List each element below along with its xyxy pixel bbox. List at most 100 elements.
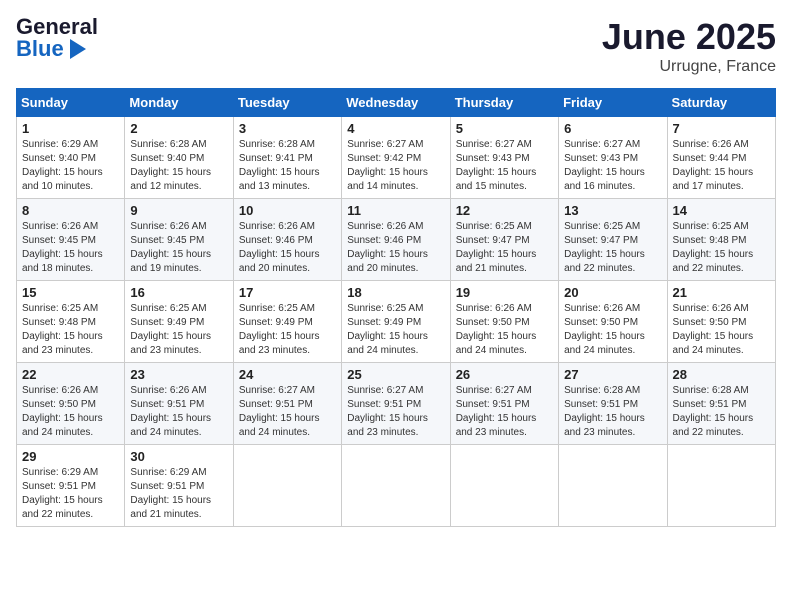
calendar-cell: 6 Sunrise: 6:27 AM Sunset: 9:43 PM Dayli… — [559, 117, 667, 199]
sunrise-text: Sunrise: 6:28 AM — [673, 385, 749, 396]
calendar-cell: 14 Sunrise: 6:25 AM Sunset: 9:48 PM Dayl… — [667, 199, 775, 281]
calendar-cell: 20 Sunrise: 6:26 AM Sunset: 9:50 PM Dayl… — [559, 281, 667, 363]
daylight-text: Daylight: 15 hours and 24 minutes. — [673, 331, 754, 356]
day-info: Sunrise: 6:27 AM Sunset: 9:43 PM Dayligh… — [456, 138, 553, 194]
daylight-text: Daylight: 15 hours and 14 minutes. — [347, 167, 428, 192]
daylight-text: Daylight: 15 hours and 24 minutes. — [22, 413, 103, 438]
day-info: Sunrise: 6:26 AM Sunset: 9:50 PM Dayligh… — [673, 302, 770, 358]
day-info: Sunrise: 6:29 AM Sunset: 9:51 PM Dayligh… — [22, 466, 119, 522]
sunrise-text: Sunrise: 6:27 AM — [456, 139, 532, 150]
sunrise-text: Sunrise: 6:26 AM — [22, 385, 98, 396]
sunrise-text: Sunrise: 6:27 AM — [456, 385, 532, 396]
daylight-text: Daylight: 15 hours and 20 minutes. — [347, 249, 428, 274]
sunrise-text: Sunrise: 6:28 AM — [130, 139, 206, 150]
weekday-header-tuesday: Tuesday — [233, 89, 341, 117]
sunset-text: Sunset: 9:40 PM — [22, 153, 96, 164]
calendar-cell: 5 Sunrise: 6:27 AM Sunset: 9:43 PM Dayli… — [450, 117, 558, 199]
weekday-header-saturday: Saturday — [667, 89, 775, 117]
daylight-text: Daylight: 15 hours and 24 minutes. — [564, 331, 645, 356]
calendar-cell: 24 Sunrise: 6:27 AM Sunset: 9:51 PM Dayl… — [233, 363, 341, 445]
calendar-cell: 13 Sunrise: 6:25 AM Sunset: 9:47 PM Dayl… — [559, 199, 667, 281]
day-number: 12 — [456, 203, 553, 218]
sunset-text: Sunset: 9:51 PM — [347, 399, 421, 410]
daylight-text: Daylight: 15 hours and 23 minutes. — [22, 331, 103, 356]
day-number: 25 — [347, 367, 444, 382]
calendar-cell: 19 Sunrise: 6:26 AM Sunset: 9:50 PM Dayl… — [450, 281, 558, 363]
day-number: 23 — [130, 367, 227, 382]
calendar-cell: 12 Sunrise: 6:25 AM Sunset: 9:47 PM Dayl… — [450, 199, 558, 281]
calendar-cell: 25 Sunrise: 6:27 AM Sunset: 9:51 PM Dayl… — [342, 363, 450, 445]
day-number: 18 — [347, 285, 444, 300]
sunrise-text: Sunrise: 6:26 AM — [22, 221, 98, 232]
sunrise-text: Sunrise: 6:27 AM — [347, 139, 423, 150]
calendar-cell: 15 Sunrise: 6:25 AM Sunset: 9:48 PM Dayl… — [17, 281, 125, 363]
daylight-text: Daylight: 15 hours and 12 minutes. — [130, 167, 211, 192]
day-info: Sunrise: 6:26 AM Sunset: 9:46 PM Dayligh… — [239, 220, 336, 276]
weekday-header-sunday: Sunday — [17, 89, 125, 117]
weekday-header-wednesday: Wednesday — [342, 89, 450, 117]
weekday-header-row: SundayMondayTuesdayWednesdayThursdayFrid… — [17, 89, 776, 117]
sunset-text: Sunset: 9:43 PM — [456, 153, 530, 164]
calendar-cell: 9 Sunrise: 6:26 AM Sunset: 9:45 PM Dayli… — [125, 199, 233, 281]
sunset-text: Sunset: 9:43 PM — [564, 153, 638, 164]
day-info: Sunrise: 6:25 AM Sunset: 9:49 PM Dayligh… — [239, 302, 336, 358]
sunset-text: Sunset: 9:49 PM — [130, 317, 204, 328]
weekday-header-thursday: Thursday — [450, 89, 558, 117]
day-number: 4 — [347, 121, 444, 136]
day-number: 20 — [564, 285, 661, 300]
daylight-text: Daylight: 15 hours and 16 minutes. — [564, 167, 645, 192]
calendar-cell: 30 Sunrise: 6:29 AM Sunset: 9:51 PM Dayl… — [125, 445, 233, 527]
daylight-text: Daylight: 15 hours and 20 minutes. — [239, 249, 320, 274]
day-info: Sunrise: 6:26 AM Sunset: 9:51 PM Dayligh… — [130, 384, 227, 440]
calendar-cell: 3 Sunrise: 6:28 AM Sunset: 9:41 PM Dayli… — [233, 117, 341, 199]
daylight-text: Daylight: 15 hours and 23 minutes. — [239, 331, 320, 356]
day-number: 27 — [564, 367, 661, 382]
calendar-table: SundayMondayTuesdayWednesdayThursdayFrid… — [16, 88, 776, 527]
sunset-text: Sunset: 9:46 PM — [239, 235, 313, 246]
calendar-week-row: 8 Sunrise: 6:26 AM Sunset: 9:45 PM Dayli… — [17, 199, 776, 281]
day-number: 15 — [22, 285, 119, 300]
day-info: Sunrise: 6:25 AM Sunset: 9:48 PM Dayligh… — [673, 220, 770, 276]
daylight-text: Daylight: 15 hours and 24 minutes. — [239, 413, 320, 438]
sunrise-text: Sunrise: 6:25 AM — [130, 303, 206, 314]
sunrise-text: Sunrise: 6:26 AM — [456, 303, 532, 314]
sunset-text: Sunset: 9:49 PM — [347, 317, 421, 328]
sunrise-text: Sunrise: 6:26 AM — [239, 221, 315, 232]
daylight-text: Daylight: 15 hours and 22 minutes. — [673, 413, 754, 438]
sunset-text: Sunset: 9:51 PM — [673, 399, 747, 410]
daylight-text: Daylight: 15 hours and 19 minutes. — [130, 249, 211, 274]
weekday-header-monday: Monday — [125, 89, 233, 117]
sunrise-text: Sunrise: 6:25 AM — [239, 303, 315, 314]
calendar-cell: 1 Sunrise: 6:29 AM Sunset: 9:40 PM Dayli… — [17, 117, 125, 199]
sunset-text: Sunset: 9:45 PM — [130, 235, 204, 246]
sunrise-text: Sunrise: 6:26 AM — [673, 139, 749, 150]
sunset-text: Sunset: 9:51 PM — [130, 481, 204, 492]
calendar-cell: 17 Sunrise: 6:25 AM Sunset: 9:49 PM Dayl… — [233, 281, 341, 363]
day-number: 7 — [673, 121, 770, 136]
sunrise-text: Sunrise: 6:29 AM — [22, 467, 98, 478]
day-info: Sunrise: 6:26 AM Sunset: 9:44 PM Dayligh… — [673, 138, 770, 194]
sunrise-text: Sunrise: 6:25 AM — [673, 221, 749, 232]
sunset-text: Sunset: 9:42 PM — [347, 153, 421, 164]
sunset-text: Sunset: 9:40 PM — [130, 153, 204, 164]
day-number: 24 — [239, 367, 336, 382]
day-info: Sunrise: 6:26 AM Sunset: 9:50 PM Dayligh… — [22, 384, 119, 440]
daylight-text: Daylight: 15 hours and 17 minutes. — [673, 167, 754, 192]
logo-blue-text: Blue — [16, 38, 88, 60]
sunrise-text: Sunrise: 6:28 AM — [564, 385, 640, 396]
logo-triangle-icon — [70, 39, 86, 59]
day-info: Sunrise: 6:26 AM Sunset: 9:45 PM Dayligh… — [22, 220, 119, 276]
sunrise-text: Sunrise: 6:26 AM — [130, 221, 206, 232]
day-number: 26 — [456, 367, 553, 382]
calendar-cell: 11 Sunrise: 6:26 AM Sunset: 9:46 PM Dayl… — [342, 199, 450, 281]
day-number: 2 — [130, 121, 227, 136]
calendar-cell — [342, 445, 450, 527]
calendar-week-row: 22 Sunrise: 6:26 AM Sunset: 9:50 PM Dayl… — [17, 363, 776, 445]
sunrise-text: Sunrise: 6:26 AM — [347, 221, 423, 232]
sunset-text: Sunset: 9:50 PM — [673, 317, 747, 328]
sunset-text: Sunset: 9:47 PM — [564, 235, 638, 246]
day-number: 16 — [130, 285, 227, 300]
calendar-cell — [667, 445, 775, 527]
calendar-cell: 18 Sunrise: 6:25 AM Sunset: 9:49 PM Dayl… — [342, 281, 450, 363]
day-info: Sunrise: 6:25 AM Sunset: 9:47 PM Dayligh… — [564, 220, 661, 276]
